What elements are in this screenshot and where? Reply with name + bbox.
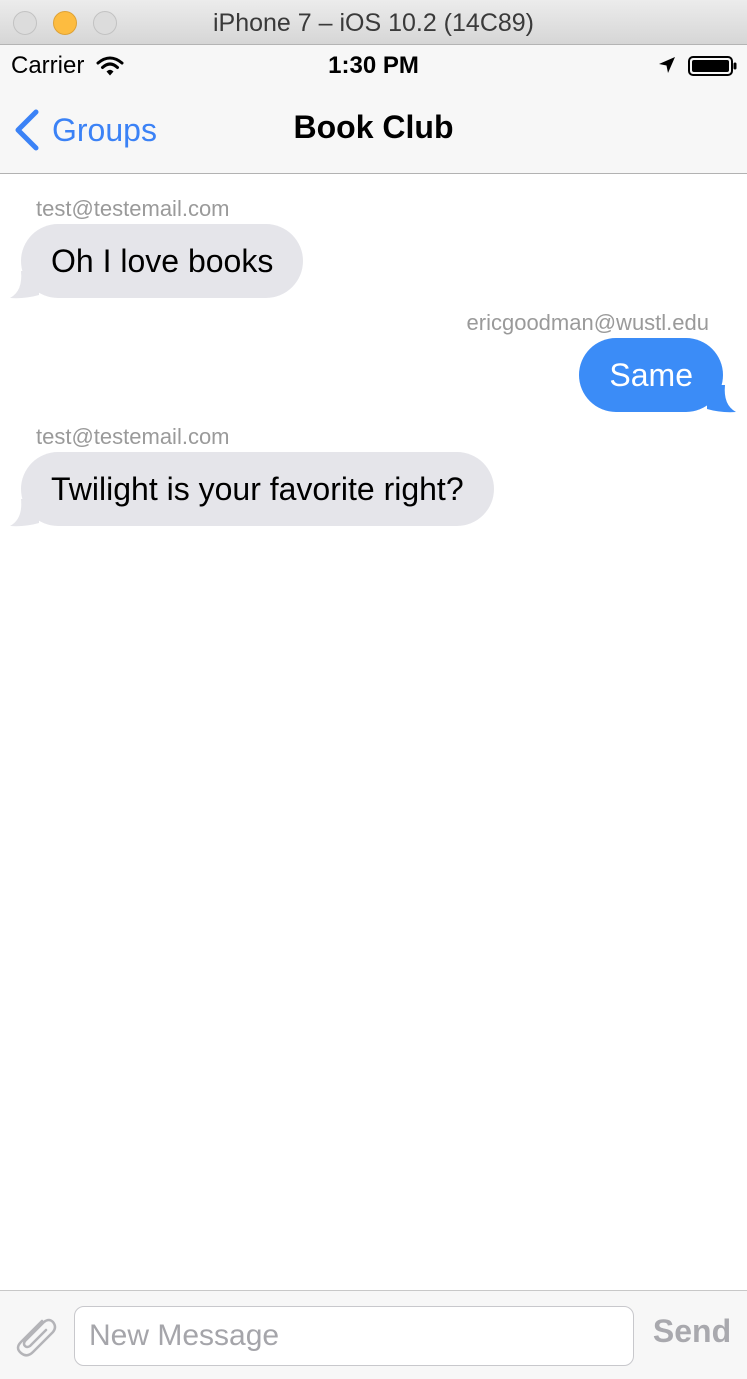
paperclip-icon[interactable]: [12, 1313, 60, 1357]
navigation-bar: Groups Book Club: [0, 87, 747, 174]
status-bar: Carrier 1:30 PM: [0, 45, 747, 87]
message-bubble[interactable]: Oh I love books: [21, 224, 304, 298]
send-button[interactable]: Send: [650, 1313, 734, 1350]
message-input-bar: Send: [0, 1290, 747, 1379]
window-title-bar: iPhone 7 – iOS 10.2 (14C89): [0, 0, 747, 45]
message-sender: ericgoodman@wustl.edu: [466, 310, 709, 335]
message-bubble[interactable]: Same: [579, 338, 723, 412]
message-list[interactable]: test@testemail.com Oh I love books ericg…: [0, 174, 747, 1290]
location-icon: [659, 57, 675, 73]
battery-icon: [688, 56, 737, 76]
status-time: 1:30 PM: [328, 52, 419, 79]
message-sender: test@testemail.com: [36, 196, 230, 221]
page-title: Book Club: [293, 109, 454, 145]
window-title: iPhone 7 – iOS 10.2 (14C89): [212, 9, 535, 37]
message-sender: test@testemail.com: [36, 424, 230, 449]
message-bubble[interactable]: Twilight is your favorite right?: [21, 452, 494, 526]
message-input[interactable]: [74, 1306, 634, 1366]
simulator-window: iPhone 7 – iOS 10.2 (14C89) Carrier 1:30…: [0, 0, 747, 1379]
